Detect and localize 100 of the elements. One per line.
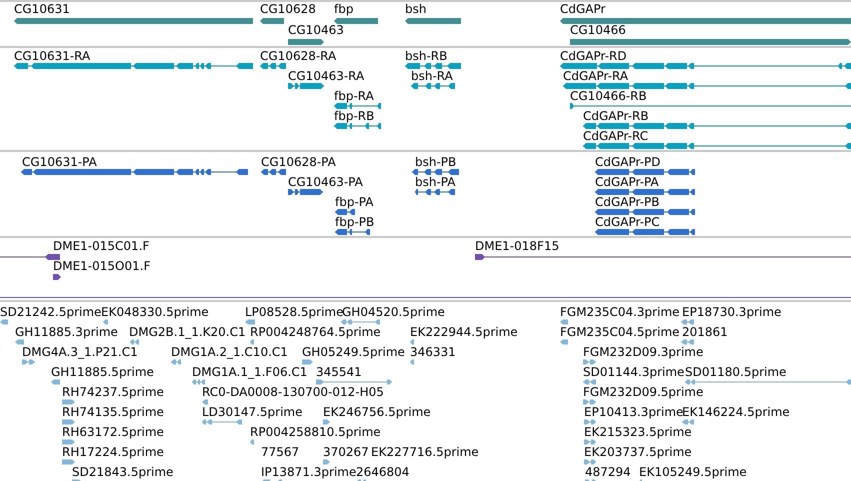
est-glyph[interactable] xyxy=(62,458,75,466)
est-glyph[interactable] xyxy=(583,378,596,386)
est-glyph[interactable] xyxy=(323,458,330,466)
protein-glyph[interactable] xyxy=(595,208,695,216)
est-glyph[interactable] xyxy=(15,338,24,346)
protein-glyph[interactable] xyxy=(288,188,323,196)
feature-label[interactable]: DMG4A.3_1.P21.C1 xyxy=(22,346,138,358)
transcript-glyph[interactable] xyxy=(583,122,851,130)
feature-label[interactable]: bsh-RB xyxy=(405,50,448,62)
est-glyph[interactable] xyxy=(245,318,255,326)
feature-label[interactable]: 201861 xyxy=(682,326,728,338)
feature-label[interactable]: SD01144.3prime xyxy=(583,366,684,378)
protein-glyph[interactable] xyxy=(335,208,355,216)
clone-glyph[interactable] xyxy=(53,273,61,281)
feature-label[interactable]: 487294 xyxy=(585,466,631,478)
feature-label[interactable]: EK105249.5prime xyxy=(639,466,747,478)
est-glyph[interactable] xyxy=(323,418,330,426)
feature-label[interactable]: GH11885.5prime xyxy=(51,366,154,378)
est-glyph[interactable] xyxy=(584,458,596,466)
gene-glyph[interactable] xyxy=(14,16,253,24)
transcript-glyph[interactable] xyxy=(14,62,253,70)
transcript-glyph[interactable] xyxy=(334,122,381,130)
feature-label[interactable]: RC0-DA0008-130700-012-H05 xyxy=(202,386,384,398)
feature-label[interactable]: 2646804 xyxy=(356,466,410,478)
feature-label[interactable]: DMG1A.1_1.F06.C1 xyxy=(192,366,308,378)
feature-label[interactable]: RH74237.5prime xyxy=(62,386,164,398)
feature-label[interactable]: CdGAPr-RB xyxy=(583,110,649,122)
transcript-glyph[interactable] xyxy=(405,62,461,70)
feature-label[interactable]: SD21843.5prime xyxy=(72,466,174,478)
protein-glyph[interactable] xyxy=(415,188,455,196)
feature-label[interactable]: CG10463 xyxy=(288,24,344,36)
feature-label[interactable]: 77567 xyxy=(261,446,300,458)
gene-glyph[interactable] xyxy=(560,16,851,24)
transcript-glyph[interactable] xyxy=(560,62,851,70)
est-glyph[interactable] xyxy=(250,438,254,446)
feature-label[interactable]: CG10463-RA xyxy=(288,70,364,82)
transcript-glyph[interactable] xyxy=(570,102,851,110)
feature-label[interactable]: DMG1A.2_1.C10.C1 xyxy=(171,346,288,358)
feature-label[interactable]: fbp xyxy=(334,3,354,15)
est-glyph[interactable] xyxy=(51,378,60,386)
feature-label[interactable]: fbp-RA xyxy=(334,90,374,102)
gene-glyph[interactable] xyxy=(288,38,324,46)
transcript-glyph[interactable] xyxy=(563,82,851,90)
feature-label[interactable]: bsh xyxy=(405,3,426,15)
protein-glyph[interactable] xyxy=(595,168,695,176)
feature-label[interactable]: EK222944.5prime xyxy=(410,326,518,338)
feature-label[interactable]: DME1-015O01.F xyxy=(53,260,150,272)
feature-label[interactable]: bsh-PB xyxy=(415,156,456,168)
protein-glyph[interactable] xyxy=(595,228,695,236)
protein-glyph[interactable] xyxy=(261,168,286,176)
est-glyph[interactable] xyxy=(0,318,8,326)
feature-label[interactable]: DME1-015C01.F xyxy=(53,240,150,252)
protein-glyph[interactable] xyxy=(595,188,695,196)
est-glyph[interactable] xyxy=(202,418,242,426)
feature-label[interactable]: CdGAPr-RA xyxy=(563,70,628,82)
feature-label[interactable]: CdGAPr-PA xyxy=(595,176,659,188)
feature-label[interactable]: GH04520.5prime xyxy=(342,306,445,318)
feature-label[interactable]: FGM235C04.3prime xyxy=(560,306,680,318)
feature-label[interactable]: IP13871.3prime xyxy=(261,466,356,478)
feature-label[interactable]: EK215323.5prime xyxy=(584,426,692,438)
feature-label[interactable]: fbp-PB xyxy=(335,216,374,228)
feature-label[interactable]: CdGAPr-PB xyxy=(595,196,660,208)
feature-label[interactable]: FGM232D09.3prime xyxy=(583,346,704,358)
est-glyph[interactable] xyxy=(316,378,392,386)
feature-label[interactable]: CG10631-RA xyxy=(14,50,90,62)
feature-label[interactable]: CdGAPr xyxy=(560,3,606,15)
gene-glyph[interactable] xyxy=(334,16,378,24)
est-glyph[interactable] xyxy=(302,358,313,366)
transcript-glyph[interactable] xyxy=(583,142,851,150)
est-glyph[interactable] xyxy=(560,338,568,346)
feature-label[interactable]: 370267 xyxy=(323,446,369,458)
est-glyph[interactable] xyxy=(250,338,254,346)
feature-label[interactable]: CG10466-RB xyxy=(570,90,647,102)
feature-label[interactable]: RP004248764.5prime xyxy=(250,326,381,338)
feature-label[interactable]: CG10631 xyxy=(14,3,70,15)
transcript-glyph[interactable] xyxy=(334,102,381,110)
est-glyph[interactable] xyxy=(62,418,75,426)
est-glyph[interactable] xyxy=(62,438,75,446)
feature-label[interactable]: EK048330.5prime xyxy=(101,306,209,318)
feature-label[interactable]: SD21242.5prime xyxy=(0,306,102,318)
est-glyph[interactable] xyxy=(410,358,414,366)
feature-label[interactable]: EK227716.5prime xyxy=(371,446,479,458)
feature-label[interactable]: FGM232D09.5prime xyxy=(583,386,704,398)
feature-label[interactable]: fbp-PA xyxy=(335,196,374,208)
est-glyph[interactable] xyxy=(685,378,851,386)
est-glyph[interactable] xyxy=(410,338,414,346)
est-glyph[interactable] xyxy=(192,378,205,386)
est-glyph[interactable] xyxy=(202,398,208,406)
gene-glyph[interactable] xyxy=(405,16,461,24)
est-glyph[interactable] xyxy=(560,318,568,326)
gene-glyph[interactable] xyxy=(260,16,284,24)
est-glyph[interactable] xyxy=(682,418,694,426)
feature-label[interactable]: EK203737.5prime xyxy=(584,446,692,458)
feature-label[interactable]: CG10628-PA xyxy=(261,156,336,168)
est-glyph[interactable] xyxy=(171,358,181,366)
feature-label[interactable]: bsh-PA xyxy=(415,176,456,188)
protein-glyph[interactable] xyxy=(21,168,248,176)
feature-label[interactable]: EP18730.3prime xyxy=(682,306,782,318)
transcript-glyph[interactable] xyxy=(260,62,286,70)
est-glyph[interactable] xyxy=(583,358,596,366)
